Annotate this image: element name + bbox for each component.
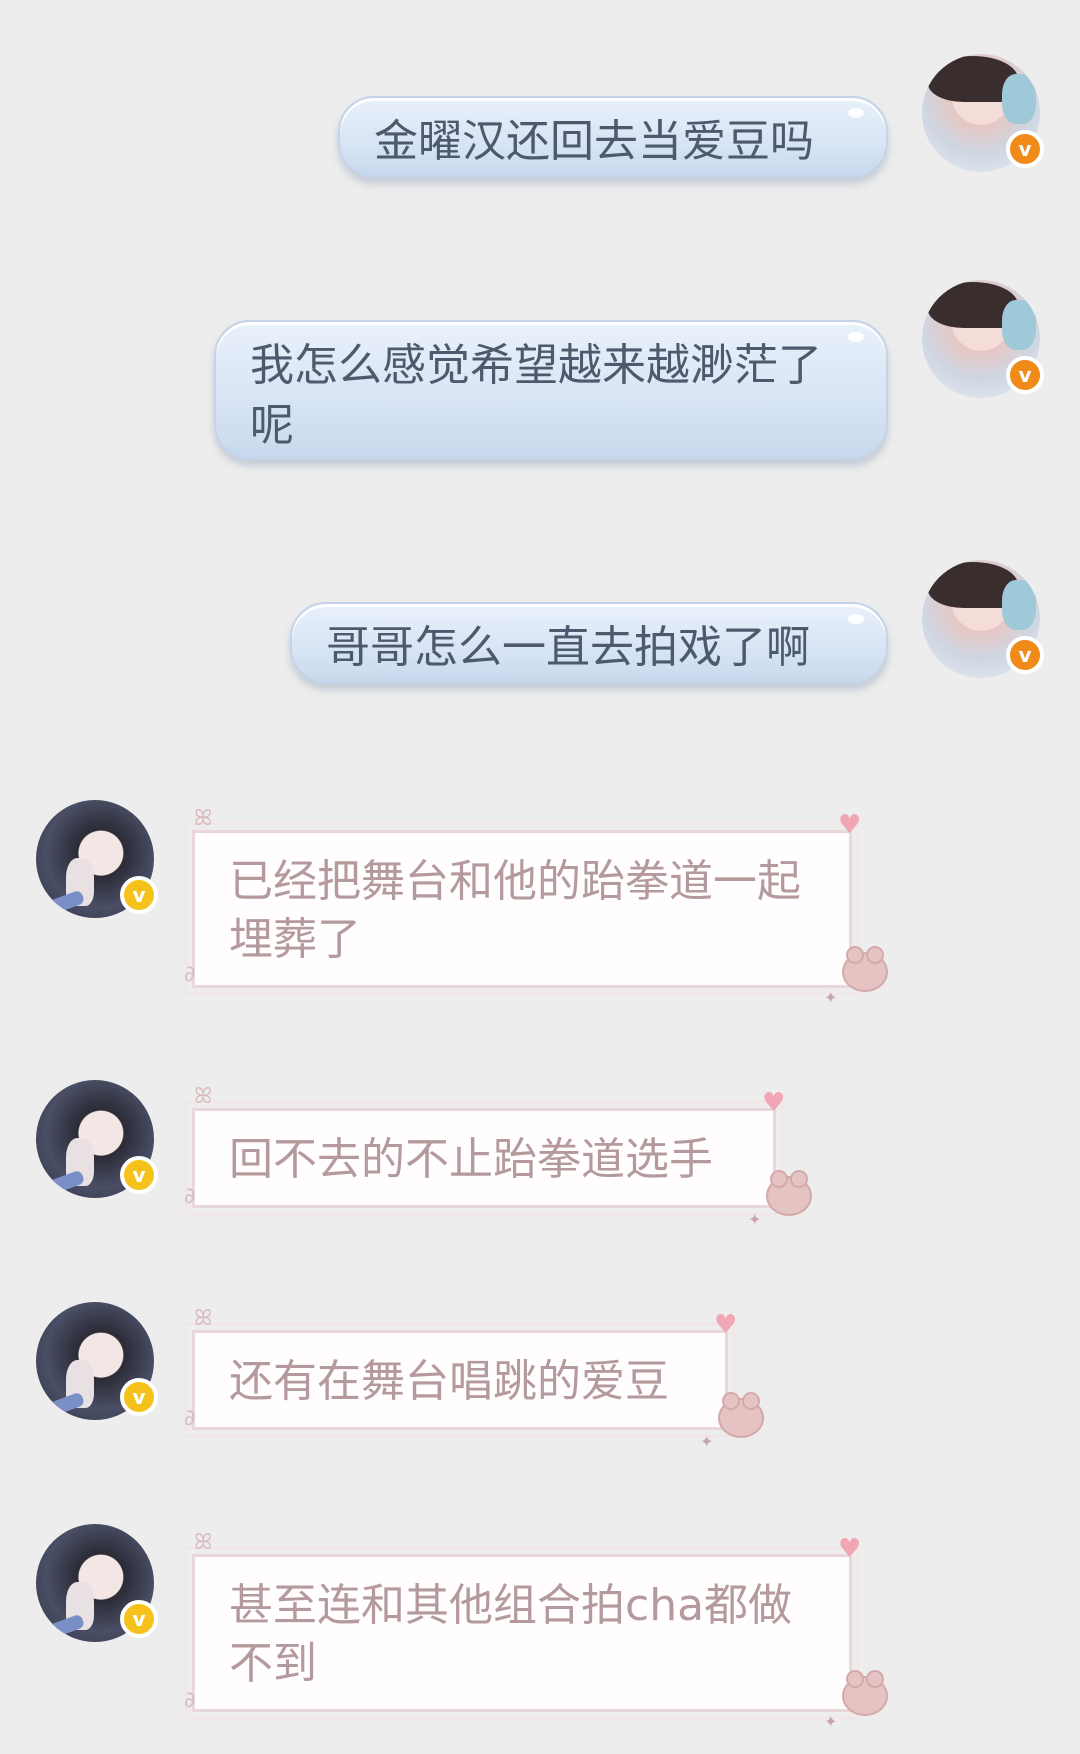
avatar-other[interactable]: v xyxy=(36,1302,158,1420)
bow-icon: ꕤ xyxy=(194,806,213,831)
chat-bubble-received[interactable]: 还有在舞台唱跳的爱豆 xyxy=(185,1323,735,1437)
bear-sticker-icon xyxy=(842,946,888,992)
bear-sticker-icon xyxy=(842,1670,888,1716)
avatar-self[interactable]: v xyxy=(922,560,1044,678)
chat-bubble-received[interactable]: 回不去的不止跆拳道选手 xyxy=(185,1101,783,1215)
heart-icon: ♥ xyxy=(838,1534,862,1564)
chat-bubble-received[interactable]: 甚至连和其他组合拍cha都做不到 xyxy=(185,1547,859,1719)
avatar-self[interactable]: v xyxy=(922,280,1044,398)
verified-badge-icon: v xyxy=(120,1600,158,1638)
avatar-other[interactable]: v xyxy=(36,1080,158,1198)
verified-badge-icon: v xyxy=(120,1378,158,1416)
avatar-self[interactable]: v xyxy=(922,54,1044,172)
bow-icon: ꕤ xyxy=(194,1306,213,1331)
chat-bubble-sent[interactable]: 我怎么感觉希望越来越渺茫了呢 xyxy=(214,320,888,460)
sparkle-icon: ✦ xyxy=(700,1432,714,1451)
paperclip-icon: ∂ xyxy=(184,962,196,987)
bow-icon: ꕤ xyxy=(194,1530,213,1555)
verified-badge-icon: v xyxy=(1006,130,1044,168)
verified-badge-icon: v xyxy=(1006,356,1044,394)
paperclip-icon: ∂ xyxy=(184,1184,196,1209)
bear-sticker-icon xyxy=(718,1392,764,1438)
chat-bubble-sent[interactable]: 金曜汉还回去当爱豆吗 xyxy=(338,96,888,178)
heart-icon: ♥ xyxy=(838,810,862,840)
paperclip-icon: ∂ xyxy=(184,1406,196,1431)
heart-icon: ♥ xyxy=(762,1088,786,1118)
verified-badge-icon: v xyxy=(1006,636,1044,674)
paperclip-icon: ∂ xyxy=(184,1688,196,1713)
bear-sticker-icon xyxy=(766,1170,812,1216)
chat-bubble-received[interactable]: 已经把舞台和他的跆拳道一起埋葬了 xyxy=(185,823,859,995)
avatar-other[interactable]: v xyxy=(36,1524,158,1642)
heart-icon: ♥ xyxy=(714,1310,738,1340)
bow-icon: ꕤ xyxy=(194,1084,213,1109)
chat-bubble-sent[interactable]: 哥哥怎么一直去拍戏了啊 xyxy=(290,602,888,684)
avatar-other[interactable]: v xyxy=(36,800,158,918)
sparkle-icon: ✦ xyxy=(824,988,838,1007)
sparkle-icon: ✦ xyxy=(748,1210,762,1229)
sparkle-icon: ✦ xyxy=(824,1712,838,1731)
verified-badge-icon: v xyxy=(120,876,158,914)
verified-badge-icon: v xyxy=(120,1156,158,1194)
